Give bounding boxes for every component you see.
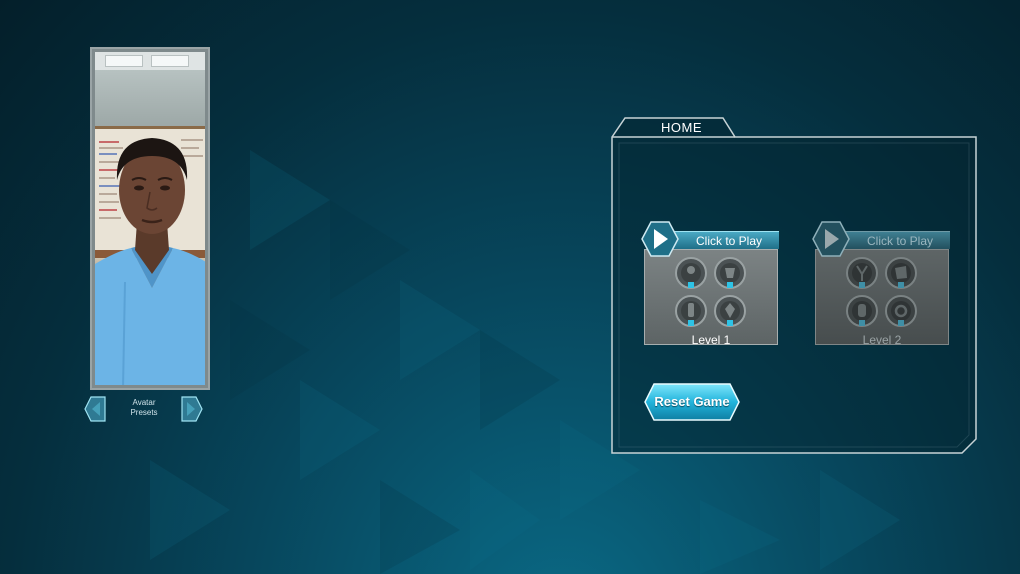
level-2-play-label[interactable]: Click to Play [842,231,950,249]
reset-game-button[interactable]: Reset Game [644,383,740,421]
shield-badge-icon [885,295,917,327]
level-2-name: Level 2 [862,333,902,347]
level-1-card[interactable]: Click to Play Level 1 [641,221,781,351]
level-2-badges-panel [815,249,949,345]
level-1-badges-panel [644,249,778,345]
avatar-preview-frame [90,47,210,390]
shield-badge-icon [846,257,878,289]
avatar-prev-button[interactable] [84,396,106,422]
level-2-card[interactable]: Click to Play Level 2 [812,221,952,351]
avatar-presets-label: Avatar Presets [130,398,158,417]
shield-badge-icon [675,295,707,327]
reset-game-label[interactable]: Reset Game [644,383,740,421]
shield-badge-icon [885,257,917,289]
level-2-play-button[interactable] [812,221,850,257]
shield-badge-icon [846,295,878,327]
home-tab-title: HOME [661,120,702,135]
shield-badge-icon [714,295,746,327]
level-1-name: Level 1 [691,333,731,347]
avatar-preview [95,52,205,385]
shield-badge-icon [714,257,746,289]
level-1-play-label[interactable]: Click to Play [671,231,779,249]
avatar-next-button[interactable] [181,396,203,422]
level-1-play-button[interactable] [641,221,679,257]
shield-badge-icon [675,257,707,289]
avatar-character [95,138,205,385]
